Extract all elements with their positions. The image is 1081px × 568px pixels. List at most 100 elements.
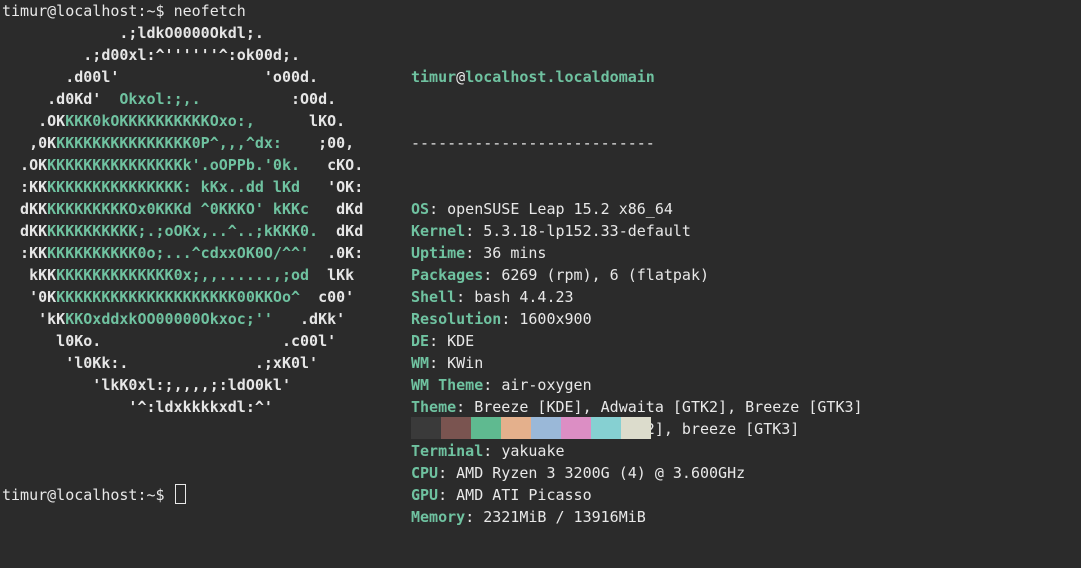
info-key: DE xyxy=(411,332,430,350)
info-key: Uptime xyxy=(411,244,466,262)
logo-line: ,0KKKKKKKKKKKKKKKK0P^,,,^dx: ;00, xyxy=(2,134,354,152)
info-key-suffix: : xyxy=(465,222,484,240)
info-row: Theme: Breeze [KDE], Adwaita [GTK2], Bre… xyxy=(411,396,863,418)
info-row: Memory: 2321MiB / 13916MiB xyxy=(411,506,863,528)
info-key: CPU xyxy=(411,464,439,482)
scrollbar[interactable] xyxy=(1076,0,1081,568)
color-swatch xyxy=(501,417,531,439)
logo-segment: c00' xyxy=(300,288,355,306)
active-command-line[interactable]: timur@localhost:~$ xyxy=(2,484,186,506)
logo-segment: .;ldkO0000Okdl;. xyxy=(2,24,264,42)
logo-line: .OKKKKKKKKKKKKKKKKk'.oOPPb.'0k. cKO. xyxy=(2,156,363,174)
logo-line: .d0Kd' Okxol:;,. :O0d. xyxy=(2,90,336,108)
info-value: AMD ATI Picasso xyxy=(456,486,592,504)
info-key-suffix: : xyxy=(429,354,448,372)
info-key-suffix: : xyxy=(456,398,475,416)
info-key: Theme xyxy=(411,398,457,416)
logo-segment: .;d00xl:^''''''^:ok00d;. xyxy=(2,46,301,64)
logo-segment: 'OK: xyxy=(300,178,364,196)
info-key-suffix: : xyxy=(483,376,502,394)
info-value: KWin xyxy=(447,354,484,372)
info-row: OS: openSUSE Leap 15.2 x86_64 xyxy=(411,198,863,220)
logo-line: :KKKKKKKKKKKKKKKKK: kKx..dd lKd 'OK: xyxy=(2,178,363,196)
logo-segment: KKOxddxkOO00000Okxoc;'' xyxy=(65,310,273,328)
logo-segment: lKO. xyxy=(254,112,346,130)
terminal-window[interactable]: timur@localhost:~$ neofetch .;ldkO0000Ok… xyxy=(0,0,1081,568)
info-value: openSUSE Leap 15.2 x86_64 xyxy=(447,200,673,218)
shell-prompt: timur@localhost:~$ xyxy=(2,486,165,504)
info-username: timur xyxy=(411,68,457,86)
logo-segment: dKd xyxy=(309,200,364,218)
info-value: KDE xyxy=(447,332,475,350)
info-key: Shell xyxy=(411,288,457,306)
info-key-suffix: : xyxy=(429,332,448,350)
info-row: WM Theme: air-oxygen xyxy=(411,374,863,396)
command-line: timur@localhost:~$ neofetch xyxy=(2,0,246,22)
info-row: Shell: bash 4.4.23 xyxy=(411,286,863,308)
color-swatch xyxy=(561,417,591,439)
logo-segment: lKk xyxy=(309,266,355,284)
logo-segment: 'lkK0xl:;,,,,;:ldO0kl' xyxy=(2,376,291,394)
info-value: Breeze [KDE], Adwaita [GTK2], Breeze [GT… xyxy=(474,398,863,416)
logo-line: dKKKKKKKKKKKK;.;oOKx,..^..;kKKK0. dKd xyxy=(2,222,363,240)
logo-segment: KKKKKKKKKK0o;...^cdxxOK0O/^^' xyxy=(47,244,310,262)
logo-line: l0Ko. .c00l' xyxy=(2,332,336,350)
info-row: Uptime: 36 mins xyxy=(411,242,863,264)
info-key-suffix: : xyxy=(429,200,448,218)
system-info-panel: timur@localhost.localdomain ------------… xyxy=(411,22,863,568)
logo-line: kKKKKKKKKKKKKKKK0x;,,......,;od lKk xyxy=(2,266,354,284)
logo-segment: KKKKKKKKKKKKKKK: kKx..dd lKd xyxy=(47,178,301,196)
logo-line: .OKKKK0kOKKKKKKKKKKOxo:, lKO. xyxy=(2,112,345,130)
info-key: Packages xyxy=(411,266,484,284)
logo-line: '^:ldxkkkkxdl:^' xyxy=(2,398,273,416)
info-key: GPU xyxy=(411,486,439,504)
info-value: 36 mins xyxy=(483,244,547,262)
info-row: DE: KDE xyxy=(411,330,863,352)
logo-segment: ;00, xyxy=(281,134,355,152)
color-swatch xyxy=(621,417,651,439)
logo-segment: .dKk' xyxy=(272,310,346,328)
info-key: OS xyxy=(411,200,430,218)
info-title: timur@localhost.localdomain xyxy=(411,66,863,88)
info-row: CPU: AMD Ryzen 3 3200G (4) @ 3.600GHz xyxy=(411,462,863,484)
info-key-suffix: : xyxy=(456,288,475,306)
info-value: 1600x900 xyxy=(519,310,592,328)
logo-line: 'lkK0xl:;,,,,;:ldO0kl' xyxy=(2,376,291,394)
info-rows: OS: openSUSE Leap 15.2 x86_64 Kernel: 5.3… xyxy=(411,198,863,528)
info-key: WM xyxy=(411,354,430,372)
info-key-suffix: : xyxy=(465,508,484,526)
info-key-suffix: : xyxy=(438,486,457,504)
color-palette xyxy=(411,417,651,439)
info-value: 2321MiB / 13916MiB xyxy=(483,508,646,526)
logo-line: 'kKKKOxddxkOO00000Okxoc;'' .dKk' xyxy=(2,310,345,328)
color-swatch xyxy=(471,417,501,439)
info-value: air-oxygen xyxy=(501,376,592,394)
logo-line: dKKKKKKKKKKKOx0KKKd ^0KKKO' kKKc dKd xyxy=(2,200,363,218)
logo-line: .;ldkO0000Okdl;. xyxy=(2,24,264,42)
logo-segment: KKKKKKKKKKKKKKKk'.oOPPb.'0k. xyxy=(47,156,301,174)
logo-segment: '0K xyxy=(2,288,57,306)
info-key-suffix: : xyxy=(501,310,520,328)
info-key: WM Theme xyxy=(411,376,484,394)
color-swatch xyxy=(531,417,561,439)
info-row: WM: KWin xyxy=(411,352,863,374)
logo-segment: KKKKKKKKKKKKK0x;,,......,;od xyxy=(56,266,310,284)
logo-segment: dKd xyxy=(318,222,364,240)
logo-segment: dKK xyxy=(2,200,48,218)
logo-line: '0KKKKKKKKKKKKKKKKKKKKK00KKOo^ c00' xyxy=(2,288,354,306)
opensuse-ascii-logo: .;ldkO0000Okdl;. .;d00xl:^''''''^:ok00d;… xyxy=(2,22,363,418)
info-key: Resolution xyxy=(411,310,502,328)
info-key-suffix: : xyxy=(483,442,502,460)
info-key: Kernel xyxy=(411,222,466,240)
logo-segment: 'l0Kk:. .;xK0l' xyxy=(2,354,319,372)
logo-segment: KKK0kOKKKKKKKKKKOxo:, xyxy=(65,112,255,130)
logo-line: :KKKKKKKKKKKK0o;...^cdxxOK0O/^^' .0K: xyxy=(2,244,363,262)
info-row: Terminal: yakuake xyxy=(411,440,863,462)
logo-segment: .d0Kd' xyxy=(2,90,120,108)
logo-segment: 'kK xyxy=(2,310,66,328)
shell-prompt: timur@localhost:~$ xyxy=(2,2,165,20)
logo-segment: .OK xyxy=(2,156,48,174)
color-swatch xyxy=(411,417,441,439)
info-key: Memory xyxy=(411,508,466,526)
info-key-suffix: : xyxy=(465,244,484,262)
